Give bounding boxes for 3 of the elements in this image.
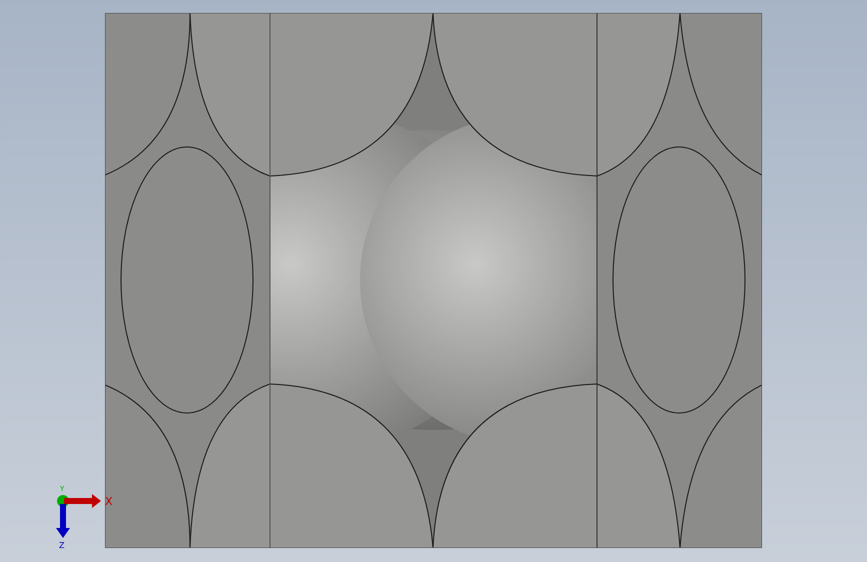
z-axis-label: Z — [59, 541, 64, 550]
sphere-packing-model-drawing[interactable] — [105, 13, 762, 548]
x-axis-label: X — [105, 495, 113, 508]
